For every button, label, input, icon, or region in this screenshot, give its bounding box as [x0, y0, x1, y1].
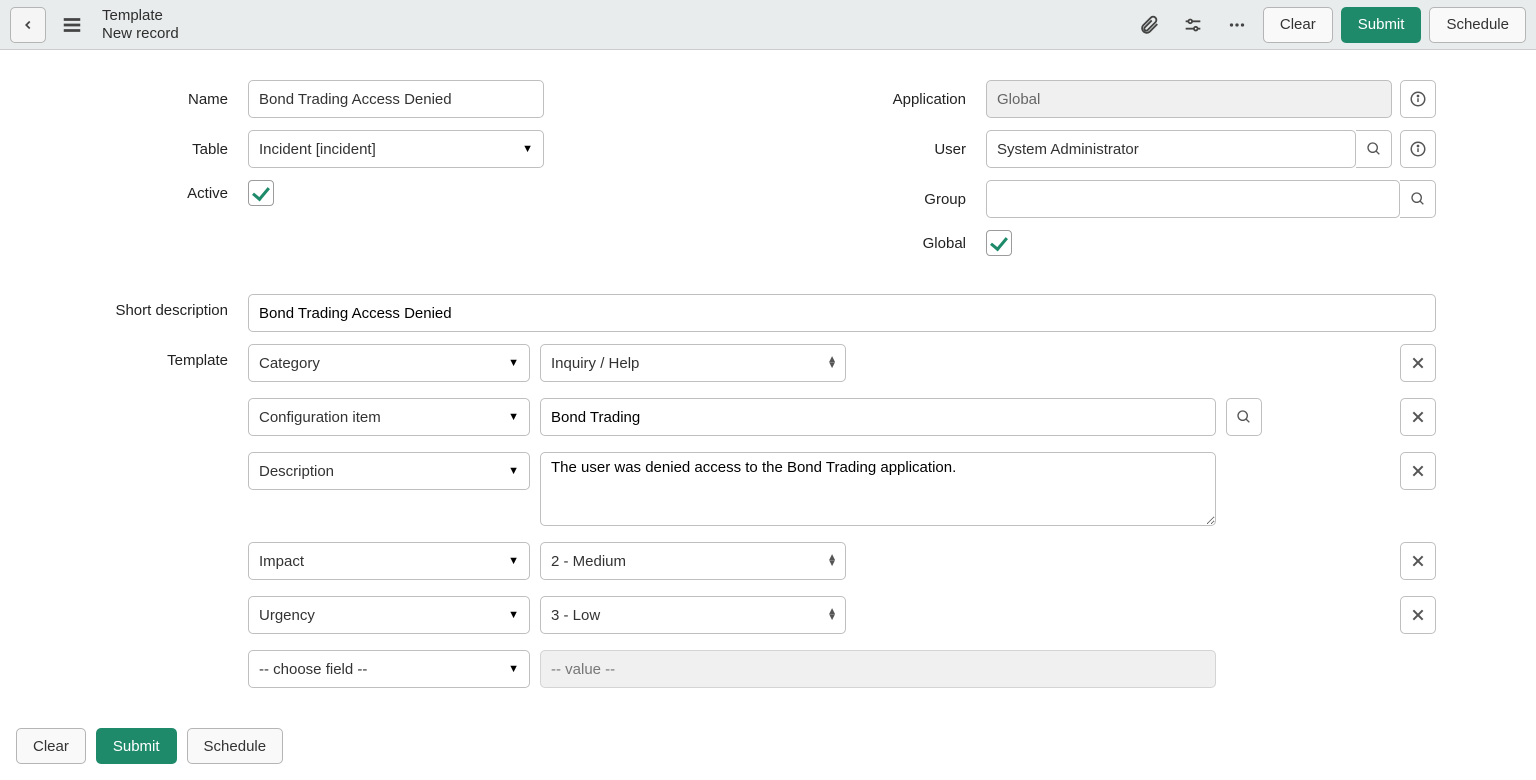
template-row: Impact ▼ 2 - Medium ▲▼	[248, 542, 1436, 580]
user-lookup-button[interactable]	[1356, 130, 1392, 168]
personalize-button[interactable]	[1175, 7, 1211, 43]
template-value-select[interactable]: 3 - Low ▲▼	[540, 596, 846, 634]
application-label: Application	[838, 91, 986, 108]
chevron-left-icon	[21, 18, 35, 32]
hamburger-icon	[61, 14, 83, 36]
footer-schedule-button[interactable]: Schedule	[187, 728, 284, 764]
footer-bar: Clear Submit Schedule	[0, 720, 1536, 780]
sort-arrows-icon: ▲▼	[827, 357, 837, 369]
template-row: Category ▼ Inquiry / Help ▲▼	[248, 344, 1436, 382]
submit-button[interactable]: Submit	[1341, 7, 1422, 43]
chevron-down-icon: ▼	[508, 411, 519, 423]
template-field-select[interactable]: Urgency ▼	[248, 596, 530, 634]
close-icon	[1410, 607, 1426, 623]
table-select[interactable]: Incident [incident] ▼	[248, 130, 544, 168]
template-label: Template	[100, 352, 248, 369]
close-icon	[1410, 463, 1426, 479]
template-row-remove-button[interactable]	[1400, 542, 1436, 580]
header-bar: Template New record Clear Submit Schedul…	[0, 0, 1536, 50]
template-row: Configuration item ▼	[248, 398, 1436, 436]
info-icon	[1409, 90, 1427, 108]
search-icon	[1366, 141, 1382, 157]
attachment-button[interactable]	[1131, 7, 1167, 43]
template-value-placeholder: -- value --	[540, 650, 1216, 688]
search-icon	[1410, 191, 1426, 207]
clear-button[interactable]: Clear	[1263, 7, 1333, 43]
schedule-button[interactable]: Schedule	[1429, 7, 1526, 43]
chevron-down-icon: ▼	[508, 357, 519, 369]
global-checkbox[interactable]	[986, 230, 1012, 256]
template-value-reference-input[interactable]	[540, 398, 1216, 436]
footer-submit-button[interactable]: Submit	[96, 728, 177, 764]
application-info-button[interactable]	[1400, 80, 1436, 118]
sort-arrows-icon: ▲▼	[827, 555, 837, 567]
menu-button[interactable]	[54, 7, 90, 43]
chevron-down-icon: ▼	[508, 609, 519, 621]
group-lookup-button[interactable]	[1400, 180, 1436, 218]
table-label: Table	[100, 141, 248, 158]
template-row-remove-button[interactable]	[1400, 344, 1436, 382]
header-subtitle: New record	[102, 25, 179, 42]
template-field-select[interactable]: Configuration item ▼	[248, 398, 530, 436]
template-value-select[interactable]: Inquiry / Help ▲▼	[540, 344, 846, 382]
chevron-down-icon: ▼	[508, 465, 519, 477]
ellipsis-icon	[1226, 14, 1248, 36]
application-input	[986, 80, 1392, 118]
paperclip-icon	[1138, 14, 1160, 36]
name-input[interactable]	[248, 80, 544, 118]
close-icon	[1410, 409, 1426, 425]
template-row-remove-button[interactable]	[1400, 452, 1436, 490]
sort-arrows-icon: ▲▼	[827, 609, 837, 621]
search-icon	[1236, 409, 1252, 425]
footer-clear-button[interactable]: Clear	[16, 728, 86, 764]
short-description-label: Short description	[100, 302, 248, 319]
template-field-select[interactable]: Description ▼	[248, 452, 530, 490]
chevron-down-icon: ▼	[522, 143, 533, 155]
table-select-value: Incident [incident]	[259, 141, 376, 158]
global-label: Global	[838, 235, 986, 252]
template-field-select[interactable]: -- choose field -- ▼	[248, 650, 530, 688]
more-actions-button[interactable]	[1219, 7, 1255, 43]
chevron-down-icon: ▼	[508, 663, 519, 675]
active-checkbox[interactable]	[248, 180, 274, 206]
template-row: Urgency ▼ 3 - Low ▲▼	[248, 596, 1436, 634]
user-label: User	[838, 141, 986, 158]
template-row-remove-button[interactable]	[1400, 596, 1436, 634]
sliders-icon	[1182, 14, 1204, 36]
chevron-down-icon: ▼	[508, 555, 519, 567]
template-row-remove-button[interactable]	[1400, 398, 1436, 436]
group-label: Group	[838, 191, 986, 208]
user-input[interactable]	[986, 130, 1356, 168]
back-button[interactable]	[10, 7, 46, 43]
template-value-lookup-button[interactable]	[1226, 398, 1262, 436]
close-icon	[1410, 355, 1426, 371]
template-row: Description ▼	[248, 452, 1436, 526]
header-title: Template	[102, 7, 179, 24]
template-field-select[interactable]: Category ▼	[248, 344, 530, 382]
template-row-new: -- choose field -- ▼ -- value --	[248, 650, 1436, 688]
template-value-select[interactable]: 2 - Medium ▲▼	[540, 542, 846, 580]
name-label: Name	[100, 91, 248, 108]
active-label: Active	[100, 185, 248, 202]
user-info-button[interactable]	[1400, 130, 1436, 168]
info-icon	[1409, 140, 1427, 158]
close-icon	[1410, 553, 1426, 569]
group-input[interactable]	[986, 180, 1400, 218]
template-field-select[interactable]: Impact ▼	[248, 542, 530, 580]
template-value-textarea[interactable]	[540, 452, 1216, 526]
short-description-input[interactable]	[248, 294, 1436, 332]
